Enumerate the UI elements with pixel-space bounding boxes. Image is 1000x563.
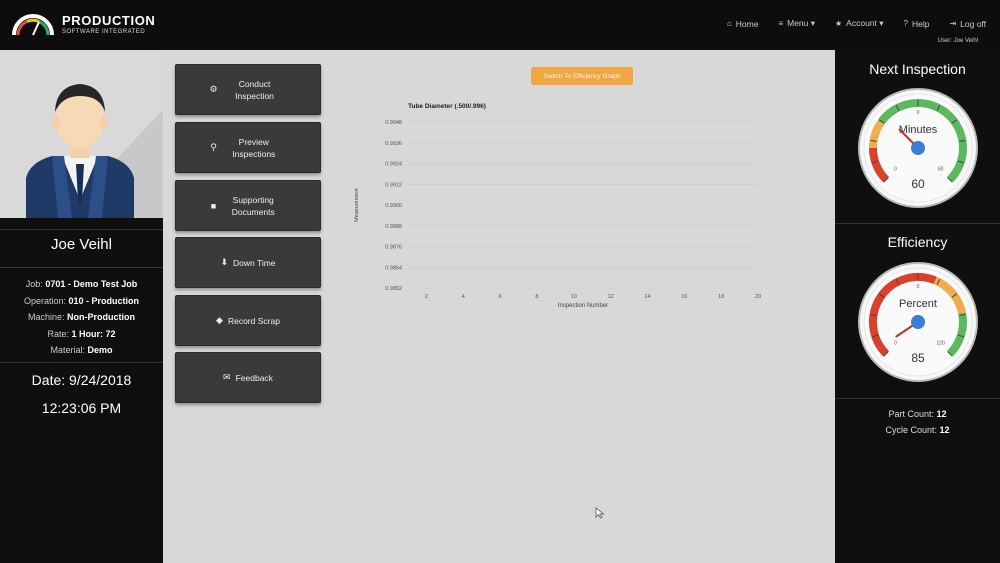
x-tick-label: 18 [718, 294, 724, 300]
x-tick-label: 2 [425, 294, 428, 300]
y-tick-label: 0.9888 [385, 224, 402, 230]
divider [0, 267, 163, 268]
y-tick-label: 0.9876 [385, 245, 402, 251]
gauge-value: 85 [911, 351, 925, 365]
avatar [0, 50, 163, 218]
current-date: Date: 9/24/2018 [31, 372, 132, 388]
help-icon: ? [903, 19, 908, 28]
gauge-min-label: 0 [894, 167, 897, 173]
down-time-button[interactable]: ⬇ Down Time [175, 237, 321, 288]
gauge-top-label: 0 [917, 110, 920, 116]
next-inspection-gauge: 0 600Minutes60 [858, 88, 978, 208]
current-user: User: Joe Veihl [937, 38, 978, 44]
next-inspection-title: Next Inspection [869, 61, 966, 77]
nav-account-label: Account ▾ [846, 18, 884, 28]
nav-home[interactable]: ⌂ Home [727, 18, 759, 29]
gauge-hub [911, 141, 925, 155]
cycle-count-row: Cycle Count: 12 [885, 424, 950, 435]
list-icon: ≡ [778, 19, 784, 28]
divider [835, 398, 1000, 399]
gauge-max-label: 120 [936, 341, 945, 347]
conduct-inspection-button[interactable]: ⚙ Conduct Inspection [175, 64, 321, 115]
settings-icon: ⚙ [209, 84, 218, 94]
feedback-button[interactable]: ✉ Feedback [175, 352, 321, 403]
operation-row: Operation: 010 - Production [23, 295, 140, 306]
y-axis-label: Measurement [354, 188, 360, 222]
arrow-down-icon: ⬇ [220, 257, 229, 267]
operator-panel: Joe Veihl Job: 0701 - Demo Test Job Oper… [0, 50, 163, 563]
gauge-unit-label: Percent [899, 298, 937, 310]
nav-menu[interactable]: ≡ Menu ▾ [778, 18, 815, 29]
y-tick-label: 0.9900 [385, 203, 402, 209]
nav-account[interactable]: ★ Account ▾ [835, 18, 884, 29]
record-scrap-button[interactable]: ◆ Record Scrap [175, 295, 321, 346]
x-tick-label: 6 [499, 294, 502, 300]
nav-home-label: Home [735, 18, 759, 29]
x-tick-label: 16 [681, 294, 687, 300]
supporting-documents-button[interactable]: ■ Supporting Documents [175, 180, 321, 231]
measurement-chart: Tube Diameter (.500/.996) 0.9852 0.9864 0.9… [354, 103, 761, 309]
current-time: 12:23:06 PM [41, 400, 122, 416]
home-icon: ⌂ [726, 19, 732, 28]
nav-help[interactable]: ? Help [904, 18, 930, 29]
x-axis-label: Inspection Number [558, 303, 608, 309]
x-tick-label: 14 [644, 294, 650, 300]
star-icon: ★ [835, 19, 843, 28]
metrics-panel: Next Inspection 0 60 0 Minutes 60 Efficiency… [835, 50, 1000, 563]
gauge-max-label: 60 [938, 167, 944, 173]
tag-icon: ◆ [216, 315, 223, 325]
brand-tagline: SOFTWARE INTEGRATED [62, 28, 146, 35]
main-content: ⚙ Conduct Inspection ⚲ Preview Inspections… [163, 50, 835, 563]
feedback-icon: ✉ [223, 372, 231, 382]
production-counts: Part Count: 12 Cycle Count: 12 [835, 407, 1000, 438]
part-count-row: Part Count: 12 [888, 409, 947, 419]
gauge-hub [911, 315, 925, 329]
operator-name: Joe Veihl [51, 236, 112, 253]
efficiency-gauge: 0 120 0 Percent 85 [858, 262, 978, 382]
y-tick-label: 0.9852 [385, 286, 402, 292]
nav-help-label: Help [911, 18, 930, 29]
nav-logoff[interactable]: ⇥ Log off [949, 18, 986, 29]
nav-logoff-label: Log off [960, 18, 986, 29]
y-tick-label: 0.9948 [385, 120, 402, 126]
chart-title: Tube Diameter (.500/.996) [408, 103, 486, 110]
job-row: Job: 0701 - Demo Test Job [25, 279, 138, 289]
rate-row: Rate: 1 Hour: 72 [47, 328, 116, 339]
brand-name: PRODUCTION [62, 12, 156, 28]
brand-logo-link[interactable]: PRODUCTION SOFTWARE INTEGRATED [8, 9, 155, 39]
top-navbar: PRODUCTION SOFTWARE INTEGRATED ⌂ Home ≡ … [0, 0, 1000, 50]
y-tick-label: 0.9924 [385, 162, 402, 168]
machine-row: Machine: Non-Production [27, 312, 136, 322]
material-row: Material: Demo [50, 345, 113, 355]
preview-inspections-button[interactable]: ⚲ Preview Inspections [175, 122, 321, 173]
gauge-value: 60 [911, 177, 925, 191]
document-icon: ■ [210, 200, 217, 211]
divider [835, 223, 1000, 224]
job-details: Job: 0701 - Demo Test Job Operation: 010… [0, 276, 163, 359]
nav-links: ⌂ Home ≡ Menu ▾ ★ Account ▾ ? Help ⇥ Log… [727, 18, 986, 29]
mouse-cursor-icon [595, 507, 605, 519]
efficiency-title: Efficiency [887, 234, 948, 250]
x-tick-label: 10 [571, 294, 577, 300]
x-tick-label: 4 [462, 294, 465, 300]
operator-avatar-illustration [0, 50, 163, 218]
y-tick-label: 0.9864 [385, 265, 402, 271]
speedometer-logo-icon [12, 14, 54, 36]
switch-to-efficiency-graph-button[interactable]: Switch To Efficiency Graph [531, 67, 633, 85]
y-tick-label: 0.9912 [385, 182, 402, 188]
gauge-top-label: 0 [917, 284, 920, 290]
x-tick-label: 20 [755, 294, 761, 300]
search-icon: ⚲ [210, 142, 217, 152]
logout-icon: ⇥ [949, 19, 957, 28]
divider [0, 362, 163, 363]
x-tick-label: 12 [608, 294, 614, 300]
divider [0, 229, 163, 230]
x-tick-label: 8 [535, 294, 538, 300]
gauge-min-label: 0 [894, 341, 897, 347]
nav-menu-label: Menu ▾ [787, 18, 815, 28]
y-tick-label: 0.9936 [385, 141, 402, 147]
